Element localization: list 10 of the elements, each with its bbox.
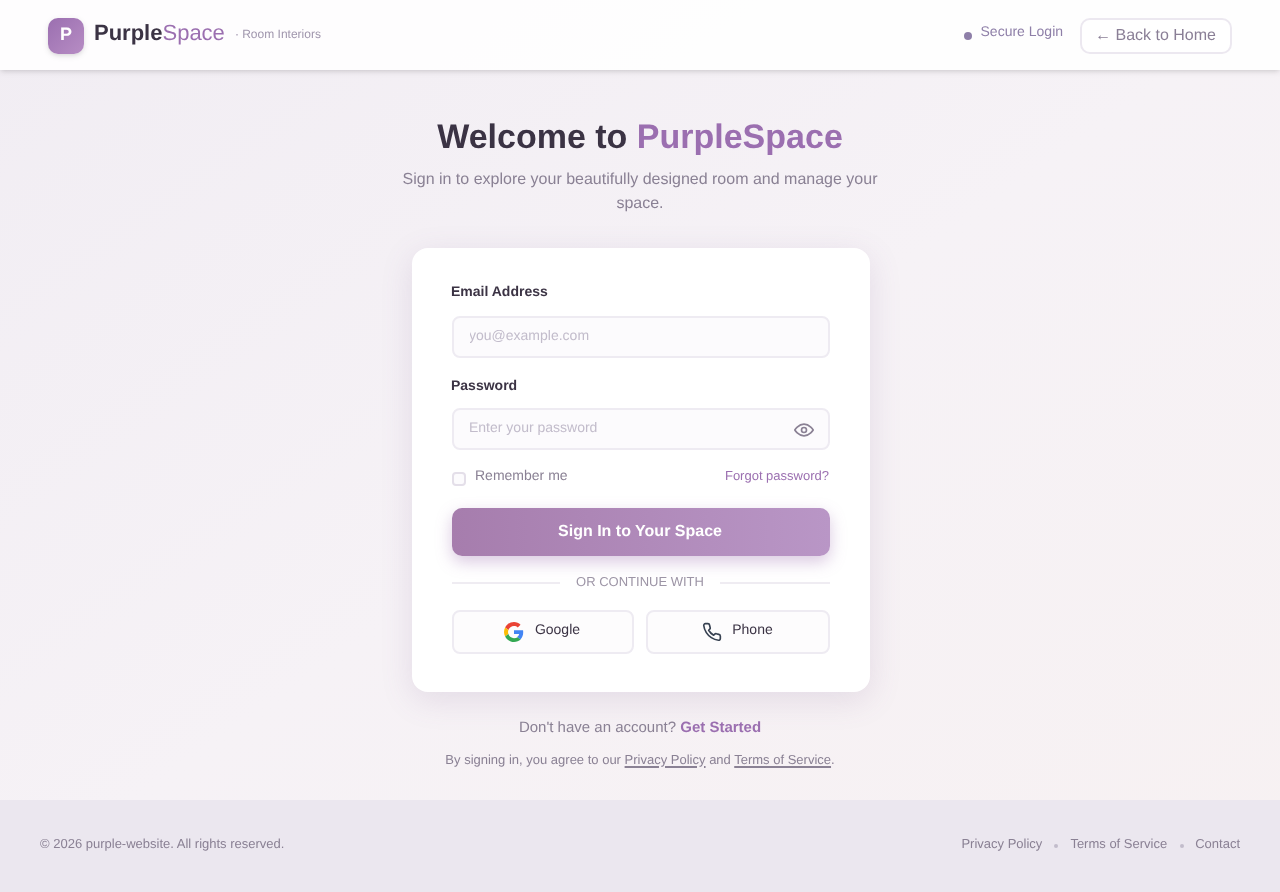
page-subtitle: Sign in to explore your beautifully designed room and manage your space. (400, 168, 880, 216)
sign-in-button[interactable]: Sign In to Your Space (451, 507, 829, 555)
eye-icon[interactable] (793, 419, 813, 439)
phone-icon (702, 622, 723, 643)
brand-name: PurpleSpace (94, 20, 225, 51)
google-icon (504, 622, 525, 643)
remember-checkbox[interactable] (451, 471, 465, 486)
page-title: Welcome to PurpleSpace (437, 118, 843, 158)
back-home-button[interactable]: ← Back to Home (1079, 17, 1232, 53)
logo-badge: P (48, 17, 84, 53)
